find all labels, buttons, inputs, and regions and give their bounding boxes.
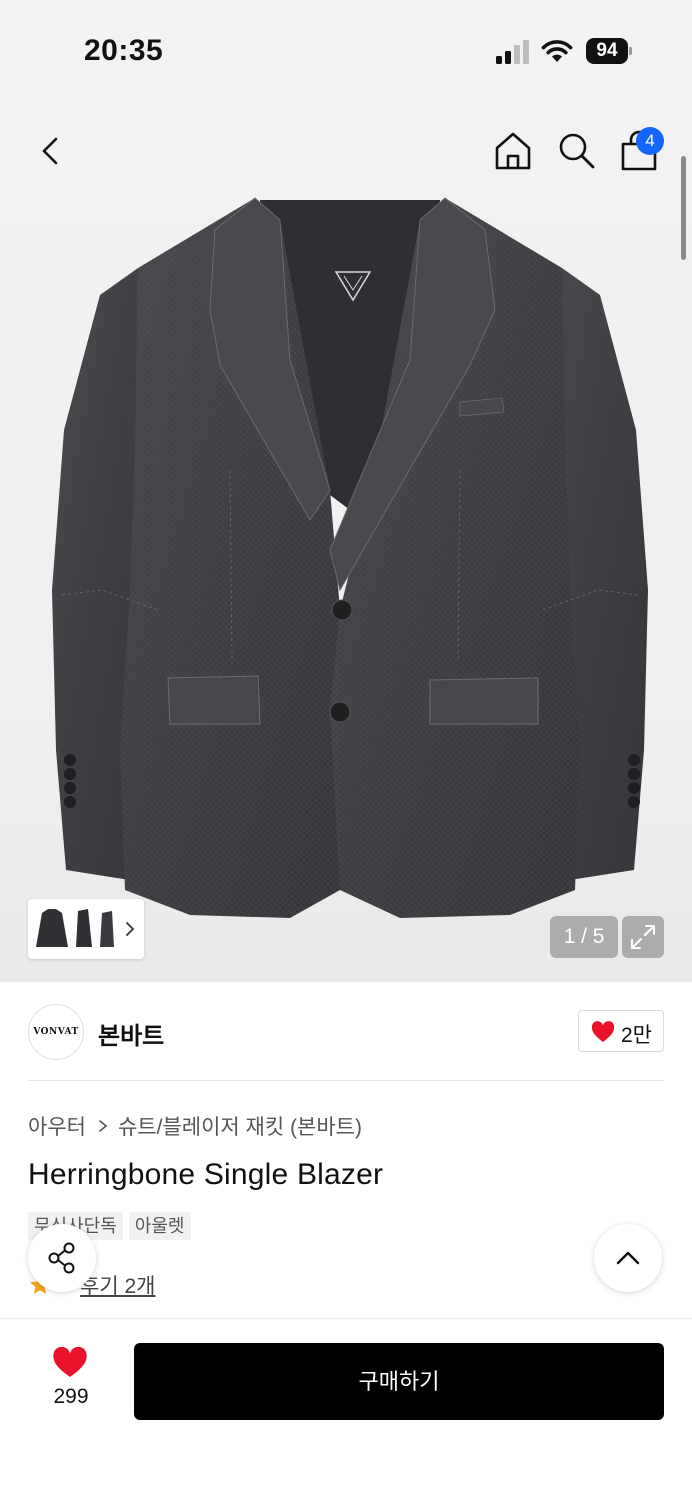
wishlist-button[interactable]: 299 [40, 1345, 102, 1411]
status-time: 20:35 [84, 34, 164, 67]
breadcrumb-level1[interactable]: 아우터 [28, 1111, 86, 1141]
search-icon[interactable] [554, 128, 600, 174]
buy-button[interactable]: 구매하기 [134, 1343, 664, 1420]
breadcrumb-level2[interactable]: 슈트/블레이저 재킷 (본바트) [118, 1111, 362, 1141]
share-icon [48, 1242, 75, 1274]
top-nav [0, 118, 692, 182]
status-bar: 20:35 94 [0, 0, 692, 100]
thumbnail-front[interactable] [34, 907, 70, 951]
brand-name[interactable]: 본바트 [98, 1016, 164, 1051]
wishlist-count: 299 [53, 1385, 89, 1408]
battery-indicator: 94 [586, 38, 632, 64]
thumbnail-strip[interactable] [28, 899, 144, 959]
expand-icon [631, 925, 655, 949]
battery-tip [629, 47, 632, 55]
battery-level: 94 [586, 38, 628, 64]
tag-outlet: 아울렛 [128, 1212, 191, 1240]
home-icon[interactable] [490, 128, 536, 174]
chevron-up-icon [616, 1251, 640, 1265]
heart-icon [53, 1347, 87, 1377]
image-page-counter: 1 / 5 [550, 916, 618, 958]
scroll-to-top-button[interactable] [594, 1224, 662, 1292]
wifi-icon [541, 40, 573, 62]
back-arrow-icon[interactable] [28, 128, 74, 174]
brand-like-count: 2만 [621, 1024, 652, 1047]
brand-logo[interactable]: VONVAT [28, 1004, 84, 1060]
product-image[interactable] [40, 190, 660, 930]
heart-icon [591, 1021, 615, 1042]
share-button[interactable] [28, 1224, 96, 1292]
cart-count-badge: 4 [636, 127, 664, 155]
chevron-right-icon[interactable] [124, 921, 136, 937]
chevron-right-icon [99, 1120, 108, 1132]
bottom-action-bar: 299 구매하기 [0, 1318, 692, 1500]
thumbnail-side[interactable] [74, 907, 96, 951]
expand-button[interactable] [622, 916, 664, 958]
thumbnail-back[interactable] [98, 907, 116, 951]
breadcrumb: 아우터 슈트/블레이저 재킷 (본바트) [28, 1111, 362, 1141]
product-title: Herringbone Single Blazer [28, 1158, 384, 1191]
cellular-signal-icon [496, 40, 529, 64]
divider [28, 1080, 664, 1081]
brand-like-button[interactable]: 2만 [578, 1010, 664, 1052]
scroll-indicator[interactable] [681, 156, 686, 260]
brand-row: VONVAT 본바트 2만 [28, 1004, 664, 1060]
